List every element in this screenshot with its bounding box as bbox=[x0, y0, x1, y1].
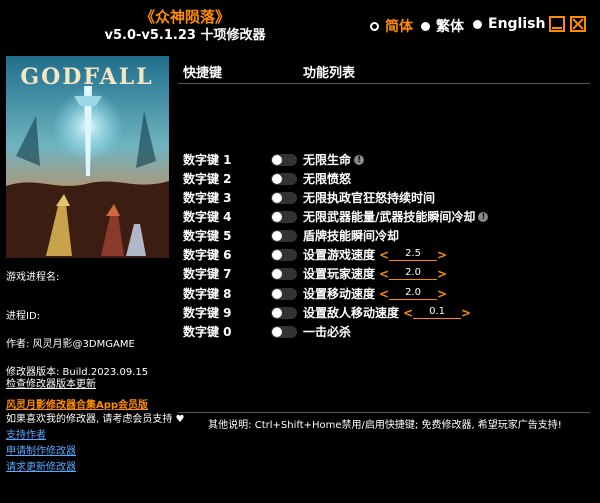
toggle-switch[interactable] bbox=[271, 267, 297, 280]
lang-label: 简体 bbox=[385, 19, 413, 35]
info-icon[interactable]: ! bbox=[478, 211, 489, 222]
cheat-label: 一击必杀 bbox=[303, 325, 352, 339]
hotkey-label: 数字键 2 bbox=[183, 172, 232, 186]
support-text-label: 如果喜欢我的修改器, 请考虑会员支持 bbox=[6, 414, 173, 425]
cheat-row: 数字键 4 无限武器能量/武器技能瞬间冷却 ! bbox=[183, 207, 489, 226]
request-update-link[interactable]: 请求更新修改器 bbox=[6, 458, 76, 473]
radio-icon bbox=[421, 21, 430, 31]
hotkey-label: 数字键 0 bbox=[183, 325, 232, 339]
author-text: 作者: 风灵月影@3DMGAME bbox=[6, 339, 135, 350]
cheat-label: 无限生命 bbox=[303, 153, 352, 167]
toggle-switch[interactable] bbox=[271, 229, 297, 242]
decrease-arrow-icon[interactable]: < bbox=[379, 248, 389, 262]
support-author-link[interactable]: 支持作者 bbox=[6, 426, 46, 441]
decrease-arrow-icon[interactable]: < bbox=[379, 287, 389, 301]
cheat-label: 无限愤怒 bbox=[303, 172, 352, 186]
stepper-value[interactable]: 2.0 bbox=[389, 287, 438, 300]
function-column-header: 功能列表 bbox=[303, 66, 356, 81]
increase-arrow-icon[interactable]: > bbox=[437, 287, 447, 301]
minimize-button[interactable] bbox=[549, 16, 565, 32]
cheat-row: 数字键 1 无限生命 ! bbox=[183, 150, 365, 169]
heart-icon: ♥ bbox=[175, 414, 185, 425]
hotkey-label: 数字键 9 bbox=[183, 306, 232, 320]
header-divider bbox=[178, 83, 590, 84]
increase-arrow-icon[interactable]: > bbox=[437, 267, 447, 281]
decrease-arrow-icon[interactable]: < bbox=[379, 267, 389, 281]
hotkey-label: 数字键 6 bbox=[183, 248, 232, 262]
game-title: 《众神陨落》 bbox=[139, 8, 230, 26]
lang-label: English bbox=[488, 16, 546, 32]
cheat-label: 设置玩家速度 bbox=[303, 267, 376, 281]
toggle-switch[interactable] bbox=[271, 172, 297, 185]
lang-option-english[interactable]: English bbox=[473, 16, 545, 32]
close-button[interactable] bbox=[570, 16, 586, 32]
toggle-switch[interactable] bbox=[271, 153, 297, 166]
process-id-label: 进程ID: bbox=[6, 311, 41, 322]
cheat-label: 无限武器能量/武器技能瞬间冷却 bbox=[303, 210, 476, 224]
cheat-row: 数字键 5 盾牌技能瞬间冷却 bbox=[183, 226, 399, 245]
cheat-row: 数字键 3 无限执政官狂怒持续时间 bbox=[183, 188, 435, 207]
footer-note: 其他说明: Ctrl+Shift+Home禁用/启用快捷键; 免费修改器, 希望… bbox=[208, 420, 562, 431]
decrease-arrow-icon[interactable]: < bbox=[403, 306, 413, 320]
lang-label: 繁体 bbox=[436, 19, 464, 35]
cheat-row: 数字键 8 设置移动速度 < 2.0 > bbox=[183, 284, 447, 303]
hotkey-label: 数字键 5 bbox=[183, 229, 232, 243]
cover-logo-text: GODFALL bbox=[20, 64, 153, 90]
stepper-value[interactable]: 0.1 bbox=[413, 306, 462, 319]
game-cover-image: GODFALL bbox=[6, 56, 169, 258]
stepper-value[interactable]: 2.0 bbox=[389, 267, 438, 280]
toggle-switch[interactable] bbox=[271, 325, 297, 338]
hotkey-label: 数字键 1 bbox=[183, 153, 232, 167]
value-stepper: < 2.5 > bbox=[379, 248, 447, 262]
cheat-row: 数字键 6 设置游戏速度 < 2.5 > bbox=[183, 245, 447, 264]
support-text: 如果喜欢我的修改器, 请考虑会员支持 ♥ bbox=[6, 410, 185, 425]
increase-arrow-icon[interactable]: > bbox=[437, 248, 447, 262]
cheat-row: 数字键 7 设置玩家速度 < 2.0 > bbox=[183, 264, 447, 283]
value-stepper: < 2.0 > bbox=[379, 287, 447, 301]
version-line: v5.0-v5.1.23 十项修改器 bbox=[104, 28, 266, 43]
process-name-label: 游戏进程名: bbox=[6, 272, 60, 283]
vip-link[interactable]: 风灵月影修改器合集App会员版 bbox=[6, 396, 148, 411]
hotkey-label: 数字键 7 bbox=[183, 267, 232, 281]
cheat-label: 无限执政官狂怒持续时间 bbox=[303, 191, 436, 205]
cheat-label: 盾牌技能瞬间冷却 bbox=[303, 229, 400, 243]
increase-arrow-icon[interactable]: > bbox=[461, 306, 471, 320]
radio-icon bbox=[473, 19, 482, 29]
title-block: 《众神陨落》 v5.0-v5.1.23 十项修改器 bbox=[0, 8, 370, 45]
toggle-switch[interactable] bbox=[271, 306, 297, 319]
request-trainer-link[interactable]: 申请制作修改器 bbox=[6, 442, 76, 457]
radio-selected-icon bbox=[370, 21, 379, 31]
cheat-row: 数字键 2 无限愤怒 bbox=[183, 169, 351, 188]
check-update-link[interactable]: 检查修改器版本更新 bbox=[6, 375, 96, 390]
lang-option-traditional[interactable]: 繁体 bbox=[421, 16, 464, 36]
lang-option-simplified[interactable]: 简体 bbox=[370, 16, 413, 36]
toggle-switch[interactable] bbox=[271, 210, 297, 223]
cheat-label: 设置游戏速度 bbox=[303, 248, 376, 262]
cheat-label: 设置移动速度 bbox=[303, 287, 376, 301]
cheat-row: 数字键 0 一击必杀 bbox=[183, 322, 351, 341]
hotkey-label: 数字键 3 bbox=[183, 191, 232, 205]
footer-divider bbox=[178, 412, 590, 413]
hotkey-column-header: 快捷键 bbox=[183, 66, 223, 81]
hotkey-label: 数字键 8 bbox=[183, 287, 232, 301]
value-stepper: < 2.0 > bbox=[379, 267, 447, 281]
toggle-switch[interactable] bbox=[271, 191, 297, 204]
cheat-label: 设置敌人移动速度 bbox=[303, 306, 400, 320]
info-icon[interactable]: ! bbox=[354, 154, 365, 165]
toggle-switch[interactable] bbox=[271, 248, 297, 261]
stepper-value[interactable]: 2.5 bbox=[389, 248, 438, 261]
value-stepper: < 0.1 > bbox=[403, 306, 471, 320]
hotkey-label: 数字键 4 bbox=[183, 210, 232, 224]
cheat-row: 数字键 9 设置敌人移动速度 < 0.1 > bbox=[183, 303, 471, 322]
toggle-switch[interactable] bbox=[271, 287, 297, 300]
